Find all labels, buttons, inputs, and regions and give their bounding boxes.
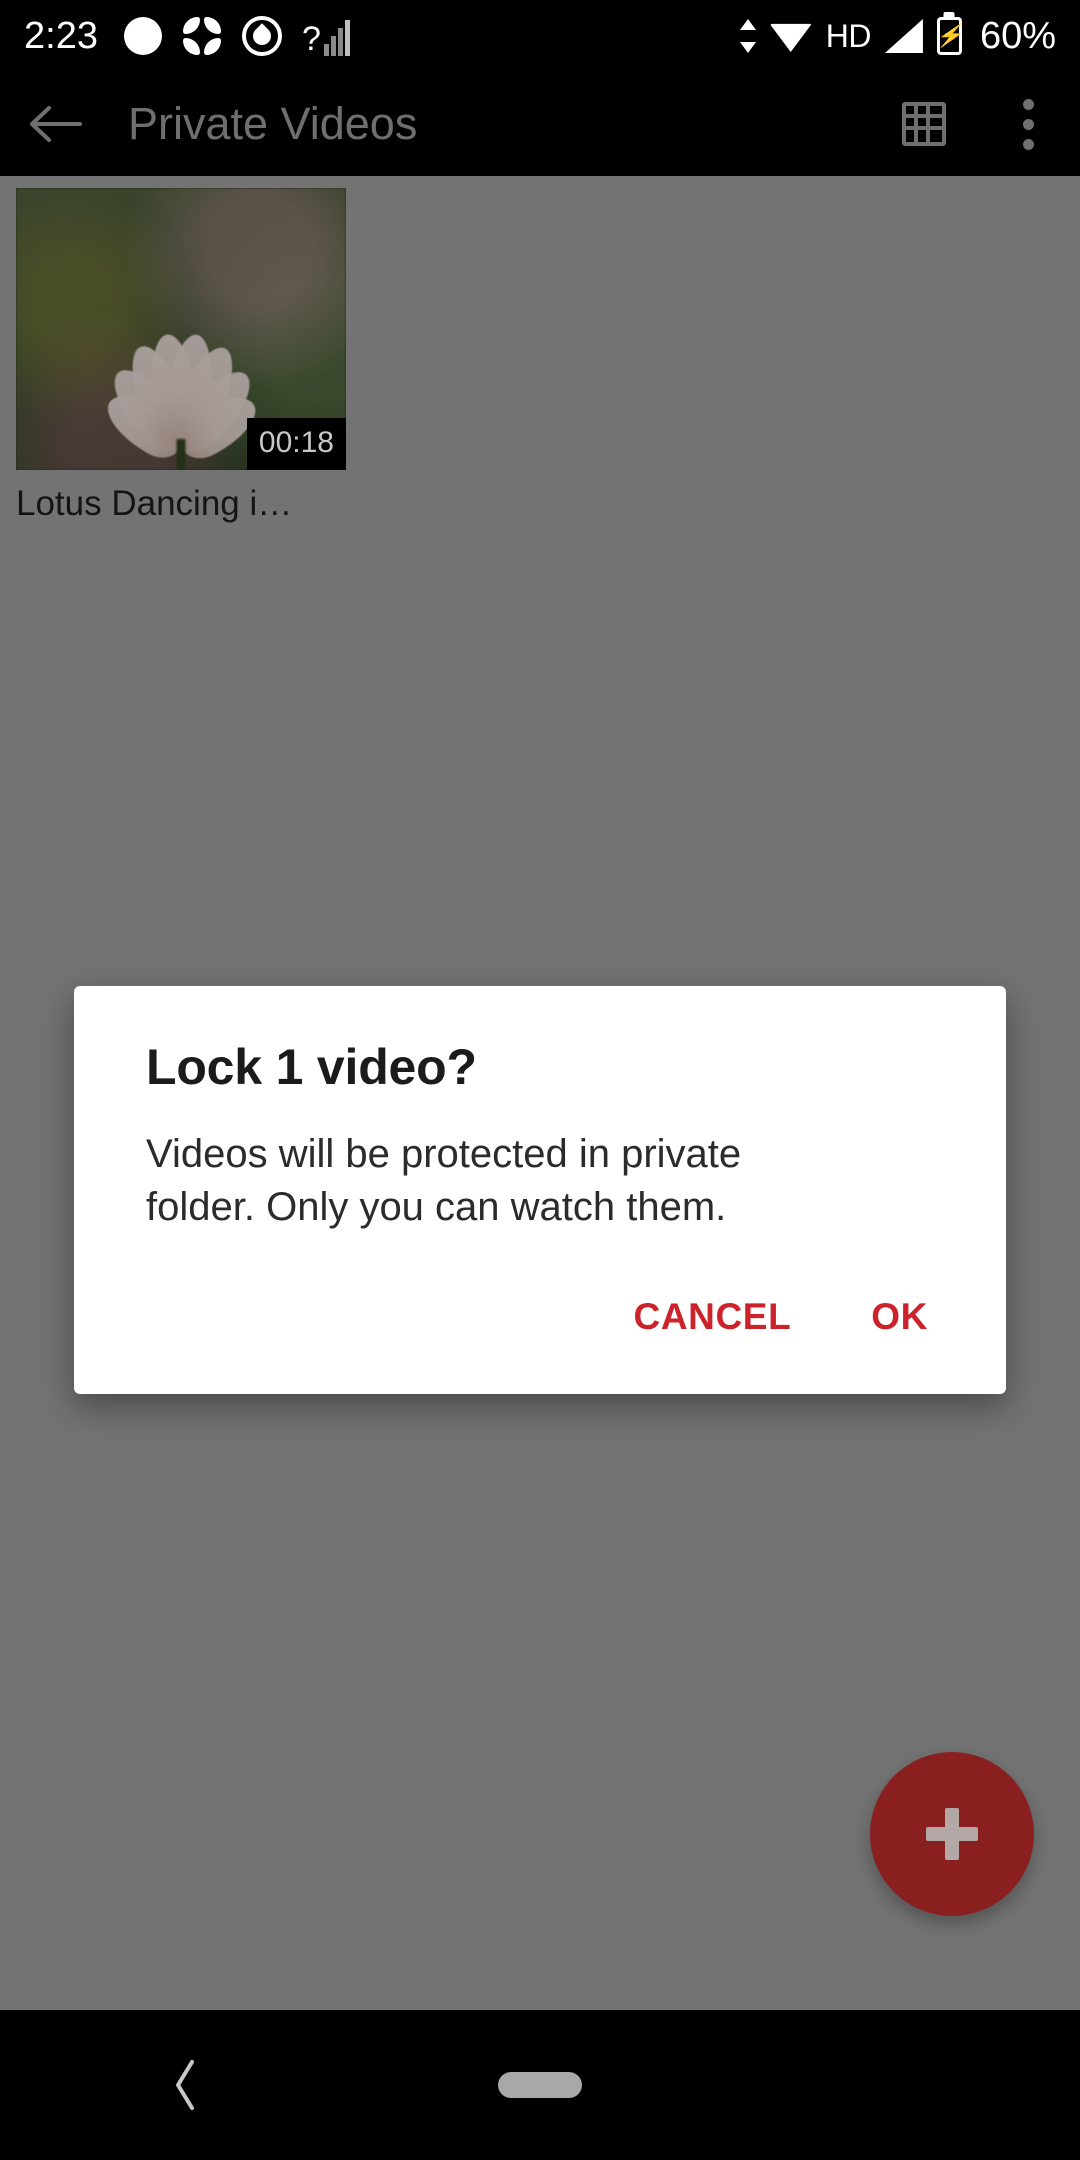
wifi-icon — [769, 23, 812, 52]
phone-screen: 2:23 ? HD ⚡ 60% Private Videos 00:18 Lot… — [0, 0, 1080, 2160]
status-bar: 2:23 ? HD ⚡ 60% — [0, 0, 1080, 72]
system-navigation-bar — [0, 2010, 1080, 2160]
signal-unknown-icon: ? — [302, 16, 350, 56]
lock-video-dialog: Lock 1 video? Videos will be protected i… — [74, 986, 1006, 1394]
ok-button[interactable]: OK — [849, 1280, 950, 1354]
status-bar-system-icons: HD ⚡ 60% — [739, 14, 1056, 58]
dialog-actions: CANCEL OK — [74, 1234, 1006, 1394]
hd-icon: HD — [825, 17, 872, 54]
video-grid-item[interactable]: 00:18 Lotus Dancing i… — [16, 188, 346, 524]
page-title: Private Videos — [128, 98, 418, 149]
do-not-disturb-icon — [241, 16, 282, 56]
dialog-message: Videos will be protected in private fold… — [146, 1132, 742, 1229]
add-video-fab[interactable] — [870, 1752, 1034, 1916]
more-vert-icon[interactable] — [976, 72, 1080, 176]
grid-view-icon[interactable] — [872, 72, 976, 176]
nav-home-pill-icon[interactable] — [498, 2072, 582, 2098]
nav-back-icon[interactable] — [150, 2050, 220, 2120]
status-bar-notification-icons: ? — [123, 16, 350, 56]
status-bar-clock: 2:23 — [24, 15, 98, 57]
pinwheel-icon — [182, 16, 222, 56]
video-title-label: Lotus Dancing i… — [16, 484, 293, 523]
arrow-back-icon[interactable] — [0, 72, 110, 176]
circle-dot-icon — [123, 17, 162, 55]
plus-icon — [926, 1808, 978, 1860]
video-duration-badge: 00:18 — [246, 418, 346, 470]
app-bar: Private Videos — [0, 72, 1080, 176]
video-thumbnail[interactable]: 00:18 — [16, 188, 346, 470]
cellular-signal-icon — [884, 19, 923, 53]
battery-charging-icon: ⚡ — [936, 17, 963, 55]
battery-percent-label: 60% — [979, 14, 1056, 57]
data-transfer-icon — [739, 17, 756, 55]
cancel-button[interactable]: CANCEL — [612, 1280, 814, 1354]
video-grid: 00:18 Lotus Dancing i… Lock 1 video? Vid… — [0, 176, 1080, 2010]
dialog-title: Lock 1 video? — [146, 1039, 477, 1095]
